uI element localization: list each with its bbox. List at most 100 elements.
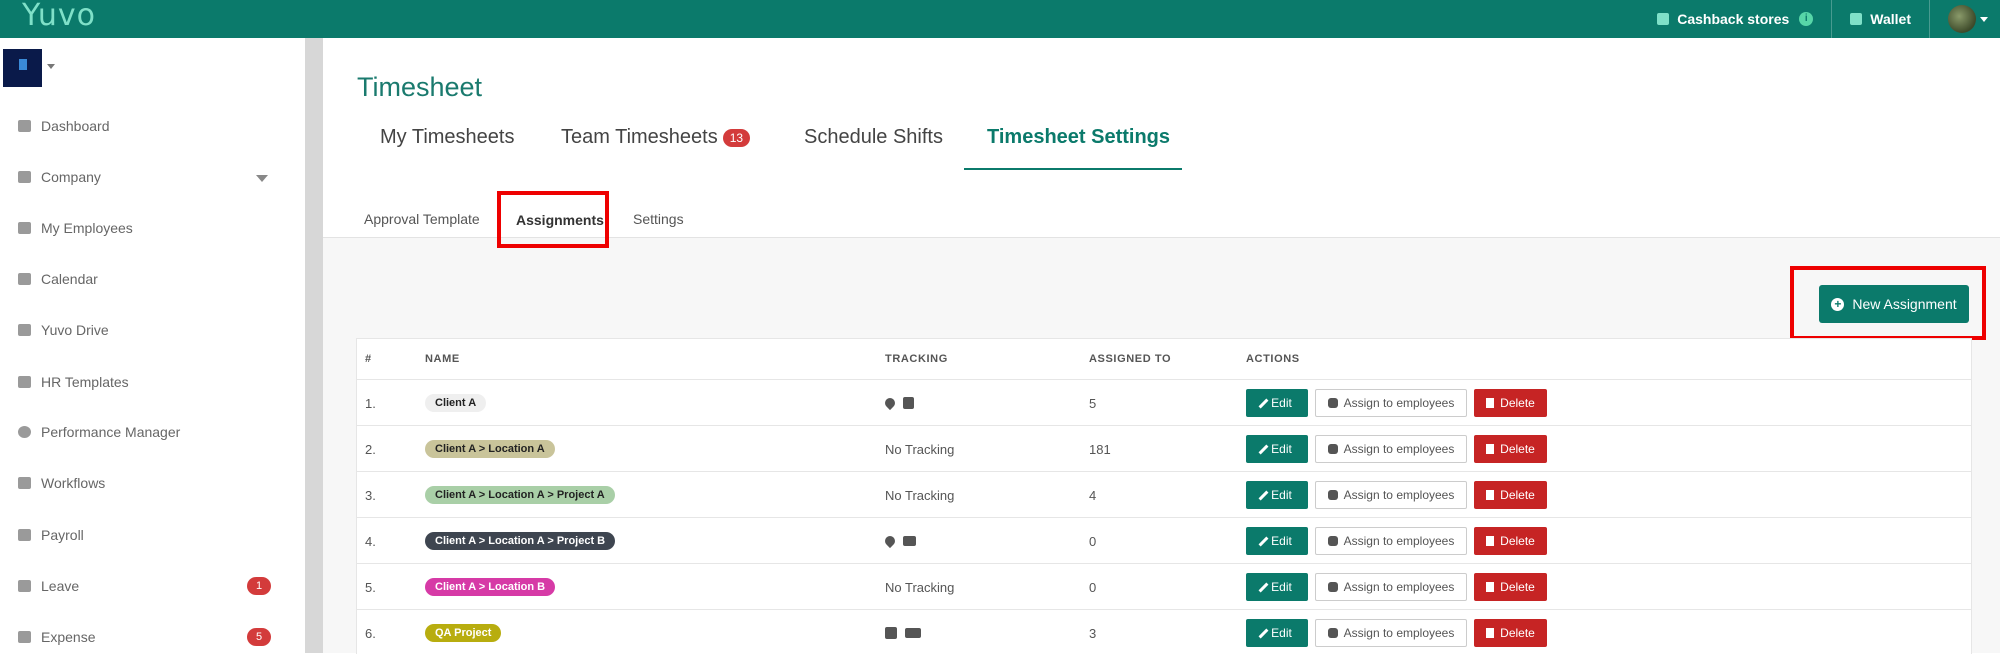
cashback-stores-link[interactable]: Cashback stores i — [1639, 0, 1833, 38]
assignment-name-pill: Client A > Location A > Project A — [425, 486, 615, 504]
sidebar-item-calendar[interactable]: Calendar — [18, 268, 98, 290]
delete-button[interactable]: Delete — [1474, 389, 1547, 417]
table-row: 2. Client A > Location A No Tracking 181… — [357, 425, 1971, 472]
pencil-icon — [1258, 490, 1269, 500]
edit-button[interactable]: Edit — [1246, 527, 1308, 555]
delete-button[interactable]: Delete — [1474, 619, 1547, 647]
trash-icon — [1486, 628, 1495, 638]
sidebar-item-label: Dashboard — [41, 118, 110, 134]
users-icon — [1327, 628, 1338, 638]
table-row: 5. Client A > Location B No Tracking 0 E… — [357, 563, 1971, 610]
trash-icon — [1486, 490, 1495, 500]
assign-to-employees-button[interactable]: Assign to employees — [1315, 527, 1467, 555]
assign-to-employees-button[interactable]: Assign to employees — [1315, 389, 1467, 417]
users-icon — [18, 222, 31, 234]
sidebar-item-expense[interactable]: Expense — [18, 626, 95, 648]
delete-button[interactable]: Delete — [1474, 481, 1547, 509]
table-row: 1. Client A 5 Edit Assign to employees D… — [357, 379, 1971, 426]
edit-icon — [18, 376, 31, 388]
sidebar-scrollbar[interactable] — [305, 38, 323, 653]
pencil-icon — [1258, 398, 1269, 408]
edit-label: Edit — [1271, 442, 1292, 456]
assign-to-employees-button[interactable]: Assign to employees — [1315, 573, 1467, 601]
subtab-settings[interactable]: Settings — [633, 211, 684, 227]
tracking-icons — [885, 610, 929, 656]
delete-button[interactable]: Delete — [1474, 527, 1547, 555]
cashback-label: Cashback stores — [1677, 11, 1790, 27]
delete-label: Delete — [1500, 626, 1535, 640]
assign-to-employees-button[interactable]: Assign to employees — [1315, 619, 1467, 647]
user-menu[interactable] — [1930, 0, 2000, 38]
sidebar-item-yuvo-drive[interactable]: Yuvo Drive — [18, 319, 109, 341]
active-tab-indicator — [964, 168, 1182, 170]
sidebar-item-company[interactable]: Company — [18, 166, 101, 188]
assigned-count: 181 — [1089, 441, 1111, 457]
delete-label: Delete — [1500, 580, 1535, 594]
edit-button[interactable]: Edit — [1246, 481, 1308, 509]
edit-label: Edit — [1271, 626, 1292, 640]
assignment-name-pill: Client A > Location A > Project B — [425, 532, 616, 550]
edit-button[interactable]: Edit — [1246, 435, 1308, 463]
trash-icon — [1486, 536, 1495, 546]
assign-label: Assign to employees — [1343, 534, 1455, 548]
row-number: 1. — [365, 395, 376, 411]
cogs-icon — [18, 477, 31, 489]
edit-button[interactable]: Edit — [1246, 389, 1308, 417]
edit-button[interactable]: Edit — [1246, 619, 1308, 647]
users-icon — [1327, 444, 1338, 454]
sidebar-item-hr-templates[interactable]: HR Templates — [18, 371, 129, 393]
tab-team-timesheets[interactable]: Team Timesheets 13 — [561, 126, 751, 149]
dashboard-icon — [18, 120, 31, 132]
delete-label: Delete — [1500, 488, 1535, 502]
calendar-icon — [18, 273, 31, 285]
hand-coin-icon — [18, 631, 31, 643]
delete-button[interactable]: Delete — [1474, 573, 1547, 601]
assignment-name-pill: QA Project — [425, 624, 502, 642]
sidebar-item-label: Workflows — [41, 475, 106, 491]
sidebar-item-dashboard[interactable]: Dashboard — [18, 115, 110, 137]
edit-label: Edit — [1271, 534, 1292, 548]
table-row: 6. QA Project 3 Edit Assign to employees… — [357, 609, 1971, 656]
chevron-down-icon[interactable] — [47, 64, 55, 69]
trash-icon — [1486, 582, 1495, 592]
users-icon — [1327, 536, 1338, 546]
tracking-text: No Tracking — [885, 579, 955, 595]
tab-timesheet-settings[interactable]: Timesheet Settings — [987, 126, 1170, 149]
edit-button[interactable]: Edit — [1246, 573, 1308, 601]
organization-logo[interactable] — [3, 49, 42, 87]
assigned-count: 0 — [1089, 533, 1097, 549]
sidebar-item-label: Payroll — [41, 527, 84, 543]
tracking-icons — [882, 518, 924, 564]
column-header-number: # — [365, 353, 372, 365]
row-number: 4. — [365, 533, 376, 549]
avatar[interactable] — [1948, 5, 1976, 33]
sidebar-item-payroll[interactable]: Payroll — [18, 524, 84, 546]
sidebar-item-workflows[interactable]: Workflows — [18, 472, 105, 494]
assign-label: Assign to employees — [1343, 442, 1455, 456]
wallet-link[interactable]: Wallet — [1832, 0, 1930, 38]
sidebar-item-label: Calendar — [41, 271, 98, 287]
column-header-tracking: TRACKING — [885, 353, 948, 365]
location-pin-icon — [882, 533, 898, 549]
pencil-icon — [1258, 536, 1269, 546]
subtab-approval-template[interactable]: Approval Template — [364, 211, 480, 227]
tab-my-timesheets[interactable]: My Timesheets — [380, 126, 514, 149]
users-icon — [1327, 490, 1338, 500]
pencil-icon — [1258, 582, 1269, 592]
chevron-down-icon[interactable] — [256, 175, 268, 182]
delete-label: Delete — [1500, 396, 1535, 410]
tab-schedule-shifts[interactable]: Schedule Shifts — [804, 126, 943, 149]
delete-button[interactable]: Delete — [1474, 435, 1547, 463]
info-icon[interactable]: i — [1799, 12, 1814, 26]
tracking-icons — [882, 380, 922, 426]
assign-to-employees-button[interactable]: Assign to employees — [1315, 481, 1467, 509]
assign-to-employees-button[interactable]: Assign to employees — [1315, 435, 1467, 463]
sidebar-item-label: HR Templates — [41, 374, 129, 390]
building-icon — [18, 171, 31, 183]
sidebar-item-my-employees[interactable]: My Employees — [18, 217, 133, 239]
sidebar-item-leave[interactable]: Leave — [18, 575, 79, 597]
app-logo[interactable]: Yuvo — [22, 0, 96, 33]
trash-icon — [1486, 398, 1495, 408]
sidebar-item-label: Performance Manager — [41, 424, 181, 440]
sidebar-item-performance-manager[interactable]: Performance Manager — [18, 421, 180, 443]
